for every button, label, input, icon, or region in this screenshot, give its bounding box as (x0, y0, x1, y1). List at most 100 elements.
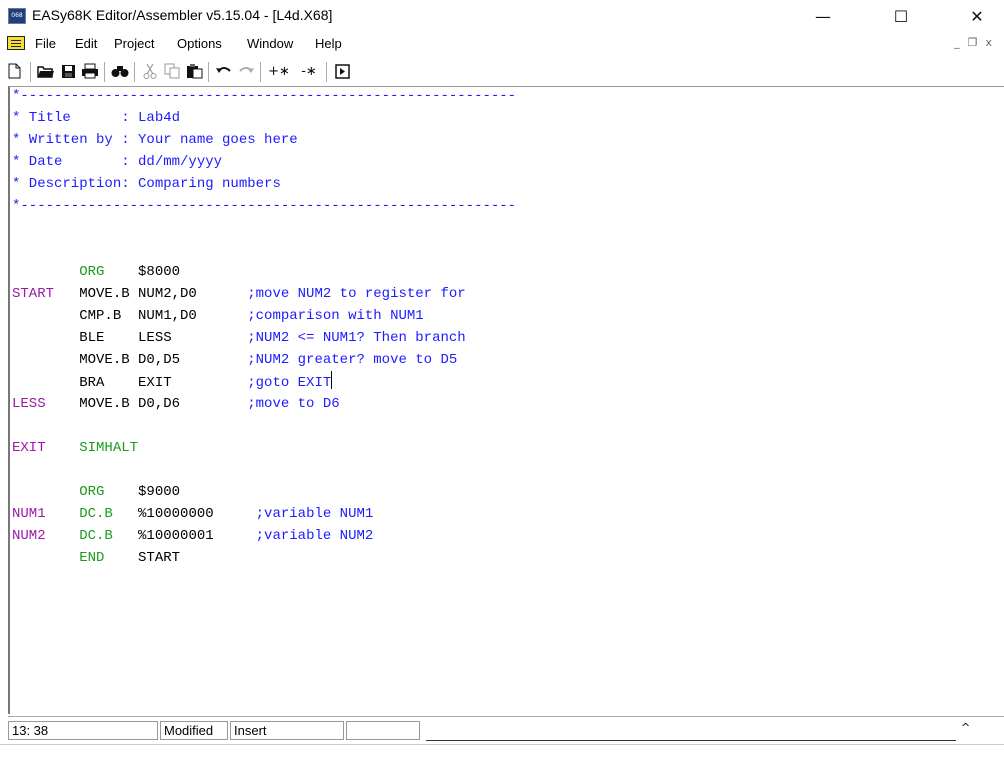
code-directive: DC.B (79, 528, 139, 544)
code-label: START (12, 286, 80, 302)
find-icon[interactable] (110, 62, 130, 80)
code-editor[interactable]: *---------------------------------------… (8, 86, 1004, 714)
code-comment: ;goto EXIT (247, 375, 332, 391)
code-comment: ;move to D6 (247, 396, 340, 412)
toolbar-separator (30, 62, 31, 82)
code-instruction: CMP.B NUM1,D0 (79, 308, 248, 324)
code-line: * Written by : Your name goes here (12, 132, 298, 148)
code-line: * Title : Lab4d (12, 110, 181, 126)
mdi-window-controls[interactable]: _❐x (954, 36, 1000, 49)
menu-options[interactable]: Options (177, 36, 222, 51)
close-button[interactable]: ✕ (954, 0, 1000, 32)
document-menu-icon[interactable] (7, 36, 25, 50)
cut-icon[interactable] (140, 62, 160, 80)
code-line: ORG $8000 (12, 261, 180, 283)
code-instruction: MOVE.B NUM2,D0 (79, 286, 248, 302)
code-line: START MOVE.B NUM2,D0 ;move NUM2 to regis… (12, 283, 466, 305)
title-bar: 068 EASy68K Editor/Assembler v5.15.04 - … (0, 0, 1004, 32)
code-comment: ;move NUM2 to register for (247, 286, 466, 302)
code-line: BLE LESS ;NUM2 <= NUM1? Then branch (12, 327, 466, 349)
menu-project[interactable]: Project (114, 36, 154, 51)
print-icon[interactable] (80, 62, 100, 80)
code-line: BRA EXIT ;goto EXIT (12, 371, 333, 393)
code-operand: START (138, 550, 181, 566)
redo-icon[interactable] (236, 62, 256, 80)
code-label: NUM2 (12, 528, 80, 544)
code-operand: $8000 (138, 264, 181, 280)
insert-mode-status: Insert (230, 721, 344, 740)
code-label (12, 550, 79, 566)
code-label (12, 352, 79, 368)
toolbar-separator (260, 62, 261, 82)
code-label: EXIT (12, 440, 80, 456)
menu-window[interactable]: Window (247, 36, 293, 51)
code-line: *---------------------------------------… (12, 88, 517, 104)
code-label (12, 484, 79, 500)
minimize-button[interactable]: — (800, 0, 846, 32)
code-directive: SIMHALT (79, 440, 139, 456)
assemble-icon[interactable] (332, 62, 352, 80)
code-directive: ORG (79, 484, 139, 500)
menu-edit[interactable]: Edit (75, 36, 97, 51)
code-line: CMP.B NUM1,D0 ;comparison with NUM1 (12, 305, 424, 327)
code-instruction: BRA EXIT (79, 375, 248, 391)
mdi-minimize-button[interactable]: _ (954, 36, 968, 49)
code-line: END START (12, 547, 180, 569)
code-instruction: MOVE.B D0,D6 (79, 396, 248, 412)
status-panel (346, 721, 420, 740)
code-line: *---------------------------------------… (12, 198, 517, 214)
text-caret (331, 371, 333, 389)
code-instruction: MOVE.B D0,D5 (79, 352, 248, 368)
comment-remove-icon[interactable]: -∗ (296, 62, 322, 80)
menu-file[interactable]: File (35, 36, 56, 51)
code-line: LESS MOVE.B D0,D6 ;move to D6 (12, 393, 340, 415)
status-bar: 13: 38 Modified Insert ^ (8, 716, 1004, 743)
code-directive: END (79, 550, 139, 566)
code-line: EXIT SIMHALT (12, 437, 138, 459)
code-line: * Date : dd/mm/yyyy (12, 154, 223, 170)
save-icon[interactable] (58, 62, 78, 80)
undo-icon[interactable] (214, 62, 234, 80)
mdi-restore-button[interactable]: ❐ (968, 36, 986, 49)
paste-icon[interactable] (184, 62, 204, 80)
code-line: * Description: Comparing numbers (12, 176, 281, 192)
app-icon: 068 (8, 8, 26, 24)
toolbar-separator (326, 62, 327, 82)
menu-help[interactable]: Help (315, 36, 342, 51)
code-label: NUM1 (12, 506, 80, 522)
code-line: NUM1 DC.B %10000000 ;variable NUM1 (12, 503, 373, 525)
toolbar-separator (134, 62, 135, 82)
code-line: MOVE.B D0,D5 ;NUM2 greater? move to D5 (12, 349, 457, 371)
message-field[interactable] (426, 721, 956, 741)
window-title: EASy68K Editor/Assembler v5.15.04 - [L4d… (32, 7, 333, 23)
cursor-position: 13: 38 (8, 721, 158, 740)
code-comment: ;comparison with NUM1 (247, 308, 424, 324)
caret-up-icon[interactable]: ^ (961, 721, 970, 734)
code-label (12, 375, 79, 391)
code-operand: %10000001 (138, 528, 256, 544)
window-bottom-edge (0, 744, 1004, 760)
code-label: LESS (12, 396, 80, 412)
code-comment: ;NUM2 <= NUM1? Then branch (247, 330, 466, 346)
code-comment: ;NUM2 greater? move to D5 (247, 352, 458, 368)
code-comment: ;variable NUM2 (255, 528, 374, 544)
open-icon[interactable] (36, 62, 56, 80)
code-instruction: BLE LESS (79, 330, 248, 346)
code-label (12, 264, 79, 280)
code-operand: $9000 (138, 484, 181, 500)
code-line: ORG $9000 (12, 481, 180, 503)
code-directive: DC.B (79, 506, 139, 522)
code-label (12, 308, 79, 324)
new-icon[interactable] (4, 62, 24, 80)
toolbar-separator (208, 62, 209, 82)
code-label (12, 330, 79, 346)
maximize-button[interactable]: ☐ (878, 0, 924, 32)
mdi-close-button[interactable]: x (985, 36, 1000, 49)
code-line: NUM2 DC.B %10000001 ;variable NUM2 (12, 525, 373, 547)
code-comment: ;variable NUM1 (255, 506, 374, 522)
copy-icon[interactable] (162, 62, 182, 80)
code-directive: ORG (79, 264, 139, 280)
toolbar-separator (104, 62, 105, 82)
modified-status: Modified (160, 721, 228, 740)
comment-add-icon[interactable]: +∗ (266, 62, 292, 80)
